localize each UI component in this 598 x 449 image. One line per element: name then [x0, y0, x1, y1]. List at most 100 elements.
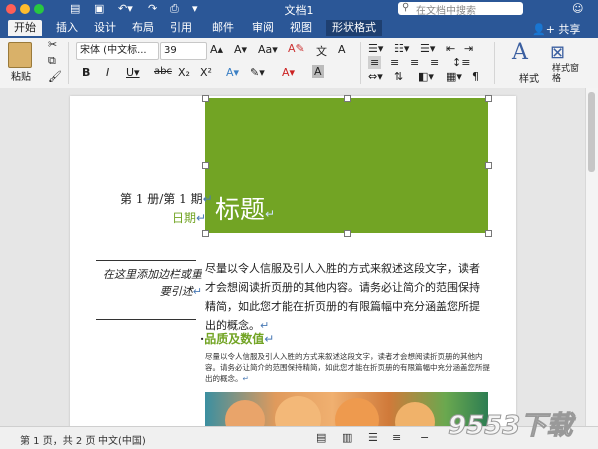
font-color-icon[interactable]: A▾	[282, 66, 295, 79]
outline-view-icon[interactable]: ☰	[368, 431, 378, 444]
resize-handle[interactable]	[485, 230, 492, 237]
divider	[68, 42, 69, 84]
resize-handle[interactable]	[202, 95, 209, 102]
justify-button[interactable]: ≡	[430, 56, 439, 69]
grow-font-icon[interactable]: A▴	[210, 43, 223, 56]
text-effects-icon[interactable]: A▾	[226, 66, 239, 79]
bullets-icon[interactable]: ☰▾	[368, 42, 383, 55]
strikethrough-button[interactable]: abc	[154, 66, 172, 77]
paragraph-mark-icon: ↵	[264, 332, 275, 346]
section-heading-text: 品质及数值	[204, 332, 265, 346]
paragraph-mark-icon: ↵	[265, 207, 276, 221]
document-title[interactable]: 标题↵	[215, 190, 275, 226]
resize-handle[interactable]	[202, 162, 209, 169]
highlight-icon[interactable]: ✎▾	[250, 66, 265, 79]
search-placeholder: 在文档中搜索	[416, 6, 476, 17]
cut-icon[interactable]: ✂	[48, 38, 57, 51]
tab-mailings[interactable]: 邮件	[206, 20, 240, 36]
date-field[interactable]: 日期↵	[172, 209, 206, 226]
line-spacing-icon[interactable]: ↕≡	[452, 56, 470, 69]
tab-design[interactable]: 设计	[88, 20, 122, 36]
print-layout-icon[interactable]: ▤	[316, 431, 326, 444]
title-bar: ▤ ▣ ↶▾ ↷ ⎙ ▾ 文档1 ⚲ 在文档中搜索 ☺	[0, 0, 598, 18]
underline-button[interactable]: U▾	[126, 66, 140, 79]
subscript-button[interactable]: X₂	[178, 66, 190, 79]
tab-shape-format[interactable]: 形状格式	[326, 20, 382, 36]
copy-icon[interactable]: ⧉	[48, 54, 56, 68]
bold-button[interactable]: B	[82, 66, 90, 79]
ribbon-home: 粘贴 ✂ ⧉ 🖌 宋体 (中文标... 39 A▴ A▾ Aa▾ A✎ 文 A …	[0, 38, 598, 89]
resize-handle[interactable]	[344, 230, 351, 237]
tab-layout[interactable]: 布局	[126, 20, 160, 36]
clear-formatting-icon[interactable]: A✎	[288, 42, 305, 55]
superscript-button[interactable]: X²	[200, 66, 212, 79]
document-title-text: 标题	[215, 195, 266, 224]
section-heading[interactable]: ·品质及数值↵	[200, 330, 274, 347]
small-paragraph[interactable]: 尽量以令人信服及引人入胜的方式来叙述这段文字，读者才会想阅读折页册的其他内容。请…	[205, 351, 490, 384]
language-indicator[interactable]: 中文(中国)	[98, 432, 146, 447]
draft-view-icon[interactable]: ≡	[392, 431, 401, 444]
date-text: 日期	[172, 211, 197, 225]
italic-button[interactable]: I	[106, 66, 109, 79]
align-right-button[interactable]: ≡	[410, 56, 419, 69]
tab-references[interactable]: 引用	[164, 20, 198, 36]
align-center-button[interactable]: ≡	[390, 56, 399, 69]
add-person-icon: 👤+	[532, 23, 555, 36]
divider	[494, 42, 495, 84]
styles-label[interactable]: 样式	[519, 70, 539, 85]
sidebar-rule-bottom	[96, 319, 196, 320]
share-button[interactable]: 👤+ 共享	[532, 21, 580, 37]
tab-insert[interactable]: 插入	[50, 20, 84, 36]
resize-handle[interactable]	[485, 162, 492, 169]
font-size-value: 39	[164, 45, 177, 56]
paste-icon[interactable]	[8, 42, 32, 68]
decrease-indent-icon[interactable]: ⇤	[446, 42, 455, 55]
borders-icon[interactable]: ▦▾	[446, 70, 462, 83]
paragraph-mark-icon: ↵	[202, 192, 213, 206]
styles-pane-label[interactable]: 样式窗格	[552, 64, 580, 84]
shrink-font-icon[interactable]: A▾	[234, 43, 247, 56]
web-layout-icon[interactable]: ▥	[342, 431, 352, 444]
format-painter-icon[interactable]: 🖌	[48, 70, 62, 83]
multilevel-list-icon[interactable]: ☰▾	[420, 42, 435, 55]
page-count[interactable]: 第 1 页，共 2 页	[20, 432, 95, 447]
shading-icon[interactable]: ◧▾	[418, 70, 434, 83]
numbering-icon[interactable]: ☷▾	[394, 42, 409, 55]
styles-pane-icon[interactable]: ⊠	[550, 42, 565, 63]
font-name-dropdown[interactable]: 宋体 (中文标...	[76, 42, 159, 60]
sidebar-quote-text: 在这里添加边栏或重要引述	[103, 268, 202, 298]
sidebar-quote[interactable]: 在这里添加边栏或重要引述↵	[96, 266, 202, 302]
tab-review[interactable]: 审阅	[246, 20, 280, 36]
tab-view[interactable]: 视图	[284, 20, 318, 36]
sort-icon[interactable]: ⇅	[394, 70, 403, 83]
paste-label[interactable]: 粘贴	[11, 68, 31, 83]
char-border-icon[interactable]: A	[338, 43, 346, 56]
search-input[interactable]: ⚲ 在文档中搜索	[398, 2, 523, 17]
resize-handle[interactable]	[485, 95, 492, 102]
issue-number[interactable]: 第 1 册/第 1 期↵	[120, 190, 213, 207]
body-paragraph-text: 尽量以令人信服及引人入胜的方式来叙述这段文字，读者才会想阅读折页册的其他内容。请…	[205, 262, 480, 332]
change-case-icon[interactable]: Aa▾	[258, 43, 278, 56]
char-shading-icon[interactable]: A	[312, 65, 324, 78]
styles-icon[interactable]: A	[512, 40, 528, 65]
ribbon-tabs: 开始 插入 设计 布局 引用 邮件 审阅 视图 形状格式 👤+ 共享	[0, 18, 598, 38]
resize-handle[interactable]	[202, 230, 209, 237]
asian-layout-icon[interactable]: ⇔▾	[368, 70, 383, 83]
scrollbar-thumb[interactable]	[588, 92, 595, 172]
zoom-out-icon[interactable]: −	[420, 431, 429, 444]
phonetic-guide-icon[interactable]: 文	[316, 43, 327, 59]
paragraph-mark-icon: ↵	[242, 374, 249, 383]
tab-home[interactable]: 开始	[8, 20, 42, 36]
body-paragraph[interactable]: 尽量以令人信服及引人入胜的方式来叙述这段文字，读者才会想阅读折页册的其他内容。请…	[205, 259, 489, 335]
show-marks-icon[interactable]: ¶	[472, 70, 479, 83]
site-watermark: 9553下载	[447, 411, 573, 442]
sidebar-rule-top	[96, 260, 196, 261]
increase-indent-icon[interactable]: ⇥	[464, 42, 473, 55]
align-left-button[interactable]: ≡	[368, 56, 382, 69]
font-size-dropdown[interactable]: 39	[160, 42, 207, 60]
font-name-value: 宋体 (中文标...	[80, 45, 147, 56]
resize-handle[interactable]	[344, 95, 351, 102]
issue-number-text: 第 1 册/第 1 期	[120, 192, 203, 206]
fruit-photo[interactable]	[205, 392, 488, 442]
smiley-feedback-icon[interactable]: ☺	[572, 2, 583, 15]
